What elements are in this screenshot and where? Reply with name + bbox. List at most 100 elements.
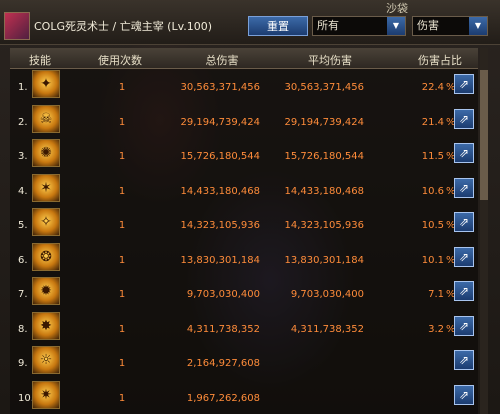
share-icon[interactable]: ⇗ — [454, 246, 474, 267]
skill-icon[interactable]: ✸ — [32, 311, 60, 340]
total-damage: 4,311,738,352 — [186, 323, 260, 335]
percent-sign: % — [446, 289, 456, 300]
table-row: 6. ❂ 1 13,830,301,184 13,830,301,184 10.1% ⇗ — [10, 241, 478, 275]
use-count: 1 — [118, 116, 126, 128]
rank-number: 8. — [18, 323, 28, 335]
percent-sign: % — [446, 185, 456, 197]
total-damage: 13,830,301,184 — [180, 254, 260, 266]
use-count: 1 — [118, 323, 126, 335]
filter-dropdown[interactable]: 所有 ▼ — [312, 16, 406, 36]
share-icon[interactable]: ⇗ — [454, 143, 474, 163]
percent-sign: % — [446, 151, 456, 162]
reset-button[interactable]: 重置 — [248, 16, 308, 36]
use-count: 1 — [118, 220, 126, 231]
percent-sign: % — [446, 254, 456, 266]
skill-icon[interactable]: ❂ — [32, 242, 60, 271]
use-count: 1 — [118, 289, 126, 300]
table-row: 7. ✹ 1 9,703,030,400 9,703,030,400 7.1% ⇗ — [10, 275, 478, 309]
scrollbar-thumb[interactable] — [480, 70, 488, 200]
total-damage: 14,433,180,468 — [180, 185, 260, 197]
skill-icon[interactable]: ☠ — [32, 104, 60, 133]
table-row: 2. ☠ 1 29,194,739,424 29,194,739,424 21.4% ⇗ — [10, 103, 478, 137]
table-row: 1. ✦ 1 30,563,371,456 30,563,371,456 22.4% ⇗ — [10, 68, 478, 102]
use-count: 1 — [118, 392, 126, 404]
chevron-down-icon: ▼ — [387, 17, 405, 35]
sort-value: 伤害 — [417, 19, 439, 32]
average-damage: 14,323,105,936 — [284, 220, 364, 231]
total-damage: 29,194,739,424 — [180, 116, 260, 128]
rank-number: 7. — [18, 289, 28, 300]
share-icon[interactable]: ⇗ — [454, 108, 474, 129]
table-row: 9. ☼ 1 2,164,927,608 ⇗ — [10, 344, 478, 378]
average-damage: 30,563,371,456 — [284, 82, 364, 93]
use-count: 1 — [118, 358, 126, 369]
damage-share: 7.1 — [428, 289, 444, 300]
share-icon[interactable]: ⇗ — [454, 177, 474, 198]
window-title: COLG死灵术士 / 亡魂主宰 (Lv.100) — [34, 20, 213, 33]
average-damage: 9,703,030,400 — [290, 289, 364, 300]
col-uses: 使用次数 — [98, 54, 142, 67]
background-label: 沙袋 — [386, 2, 408, 15]
col-share: 伤害占比 — [418, 54, 462, 67]
rank-number: 4. — [18, 185, 28, 197]
skill-icon[interactable]: ✶ — [32, 173, 60, 202]
average-damage: 15,726,180,544 — [284, 151, 364, 162]
total-damage: 2,164,927,608 — [186, 358, 260, 369]
share-icon[interactable]: ⇗ — [454, 350, 474, 370]
skill-icon[interactable]: ✷ — [32, 380, 60, 409]
damage-share: 10.1 — [421, 254, 444, 266]
share-icon[interactable]: ⇗ — [454, 281, 474, 301]
table-row: 10. ✷ 1 1,967,262,608 ⇗ — [10, 379, 478, 413]
damage-share: 22.4 — [421, 82, 444, 93]
skill-icon[interactable]: ✦ — [32, 70, 60, 98]
damage-share: 21.4 — [421, 116, 444, 128]
skill-icon[interactable]: ✧ — [32, 208, 60, 236]
total-damage: 14,323,105,936 — [180, 220, 260, 231]
percent-sign: % — [446, 116, 456, 128]
damage-share: 11.5 — [421, 151, 444, 162]
rank-number: 2. — [18, 116, 28, 128]
damage-share: 3.2 — [428, 323, 444, 335]
table-row: 4. ✶ 1 14,433,180,468 14,433,180,468 10.6% ⇗ — [10, 172, 478, 206]
total-damage: 30,563,371,456 — [180, 82, 260, 93]
skill-icon[interactable]: ✺ — [32, 139, 60, 167]
percent-sign: % — [446, 220, 456, 231]
damage-share: 10.5 — [421, 220, 444, 231]
rank-number: 1. — [18, 82, 28, 93]
share-icon[interactable]: ⇗ — [454, 315, 474, 336]
rank-number: 9. — [18, 358, 28, 369]
sort-dropdown[interactable]: 伤害 ▼ — [412, 16, 488, 36]
rank-number: 5. — [18, 220, 28, 231]
share-icon[interactable]: ⇗ — [454, 74, 474, 94]
character-portrait — [4, 12, 30, 40]
skill-icon[interactable]: ☼ — [32, 346, 60, 374]
rank-number: 3. — [18, 151, 28, 162]
share-icon[interactable]: ⇗ — [454, 212, 474, 232]
rank-number: 6. — [18, 254, 28, 266]
percent-sign: % — [446, 82, 456, 93]
use-count: 1 — [118, 185, 126, 197]
filter-value: 所有 — [317, 19, 339, 32]
table-row: 5. ✧ 1 14,323,105,936 14,323,105,936 10.5% ⇗ — [10, 206, 478, 240]
col-total: 总伤害 — [205, 54, 239, 67]
table-row: 8. ✸ 1 4,311,738,352 4,311,738,352 3.2% ⇗ — [10, 310, 478, 344]
average-damage: 13,830,301,184 — [284, 254, 364, 266]
damage-share: 10.6 — [421, 185, 444, 197]
total-damage: 9,703,030,400 — [186, 289, 260, 300]
total-damage: 1,967,262,608 — [186, 392, 260, 404]
average-damage: 29,194,739,424 — [284, 116, 364, 128]
use-count: 1 — [118, 82, 126, 93]
share-icon[interactable]: ⇗ — [454, 384, 474, 405]
total-damage: 15,726,180,544 — [180, 151, 260, 162]
percent-sign: % — [446, 323, 456, 335]
use-count: 1 — [118, 151, 126, 162]
col-skill: 技能 — [29, 54, 51, 67]
chevron-down-icon: ▼ — [469, 17, 487, 35]
average-damage: 14,433,180,468 — [284, 185, 364, 197]
skill-icon[interactable]: ✹ — [32, 277, 60, 305]
table-header: 技能 使用次数 总伤害 平均伤害 伤害占比 — [10, 48, 478, 69]
average-damage: 4,311,738,352 — [290, 323, 364, 335]
use-count: 1 — [118, 254, 126, 266]
title-bar: COLG死灵术士 / 亡魂主宰 (Lv.100) 沙袋 重置 所有 ▼ 伤害 ▼ — [0, 0, 500, 45]
table-row: 3. ✺ 1 15,726,180,544 15,726,180,544 11.5% ⇗ — [10, 137, 478, 171]
